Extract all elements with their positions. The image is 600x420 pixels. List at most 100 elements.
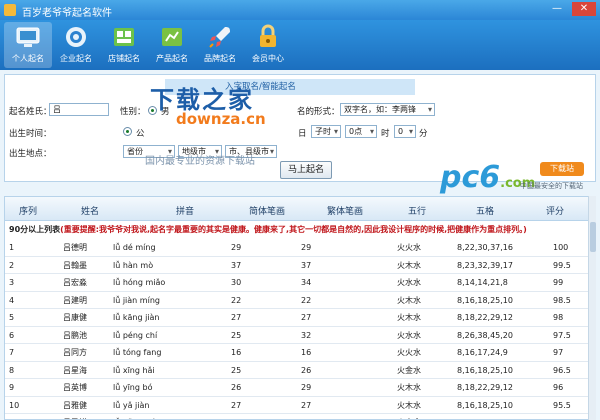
results-table: 序列 姓名 拼音 简体笔画 繁体笔画 五行 五格 评分 90分以上列表(重要提醒…	[4, 196, 592, 420]
minute-label: 分	[419, 129, 428, 139]
tool-label: 品牌起名	[204, 54, 236, 63]
table-cell: 吕鹏池	[63, 330, 87, 340]
table-cell: 97.5	[553, 330, 571, 340]
table-cell: lǚ jiàn míng	[113, 295, 160, 305]
table-cell: lǚ hàn mò	[113, 260, 154, 270]
table-row[interactable]: 3 吕宏淼 lǚ hóng miǎo 30 34 火水水 8,14,14,21,8 99	[5, 274, 591, 292]
tool-company-naming[interactable]: 企业起名	[52, 22, 100, 68]
notice-prefix: 90分以上列表	[9, 225, 61, 234]
table-cell: 火木水	[397, 260, 421, 270]
col-simplified-strokes[interactable]: 简体笔画	[237, 204, 297, 217]
table-cell: lǚ xīng hǎi	[113, 365, 155, 375]
start-naming-button[interactable]: 马上起名	[280, 161, 332, 179]
col-score[interactable]: 评分	[535, 204, 575, 217]
table-cell: 16	[231, 348, 242, 357]
table-cell: 吕勇锐	[63, 414, 87, 419]
table-cell: 37	[301, 260, 312, 270]
table-cell: 火水水	[397, 330, 421, 340]
table-cell: lǚ péng chí	[113, 330, 158, 340]
table-cell: lǚ hóng miǎo	[113, 278, 166, 287]
time-label: 时	[381, 129, 390, 139]
tool-product-naming[interactable]: 产品起名	[148, 22, 196, 68]
table-cell: 火水水	[397, 278, 421, 287]
table-cell: lǚ yīng bó	[113, 383, 153, 392]
table-cell: 8,14,14,21,8	[457, 278, 508, 287]
table-cell: lǚ yǎ jiàn	[113, 400, 150, 410]
table-cell: 95.5	[553, 400, 571, 410]
table-row[interactable]: 4 吕建明 lǚ jiàn míng 22 22 火木水 8,16,18,25,10 98.5	[5, 292, 591, 309]
tool-member-center[interactable]: 会员中心	[244, 22, 292, 68]
birthplace-label: 出生地点：	[9, 149, 52, 159]
table-row[interactable]: 10 吕雅健 lǚ yǎ jiàn 27 27 火木水 8,16,18,25,10 95.5	[5, 397, 591, 414]
table-cell: 火木水	[397, 383, 421, 392]
minute-hour-select[interactable]: 0点	[345, 125, 377, 138]
table-cell: 1	[9, 243, 15, 252]
hour-select[interactable]: 子时	[311, 125, 341, 138]
calendar-solar-radio[interactable]	[123, 127, 132, 136]
table-cell: 8,18,22,29,12	[457, 383, 513, 392]
table-cell: 火土金	[397, 414, 421, 419]
col-five-grids[interactable]: 五格	[465, 204, 505, 217]
col-index[interactable]: 序列	[13, 204, 43, 217]
table-cell: 30	[231, 278, 242, 287]
tool-personal-naming[interactable]: 个人起名	[4, 22, 52, 68]
name-form-select[interactable]: 双字名，如：李两锋	[340, 103, 435, 116]
table-cell: 8,18,22,29,12	[457, 313, 513, 322]
table-cell: 98	[553, 313, 564, 322]
col-traditional-strokes[interactable]: 繁体笔画	[315, 204, 375, 217]
table-cell: 22	[231, 295, 242, 305]
table-row[interactable]: 7 吕同方 lǚ tóng fang 16 16 火火水 8,16,17,24,9 97	[5, 344, 591, 362]
table-cell: 4	[9, 295, 15, 305]
table-row[interactable]: 8 吕星海 lǚ xīng hǎi 25 26 火金水 8,16,18,25,10 96.5	[5, 362, 591, 379]
tool-brand-naming[interactable]: 品牌起名	[196, 22, 244, 68]
tool-shop-naming[interactable]: 店铺起名	[100, 22, 148, 68]
table-cell: 21	[301, 414, 311, 419]
col-pinyin[interactable]: 拼音	[155, 204, 215, 217]
table-cell: lǚ kāng jiàn	[113, 313, 160, 322]
gender-label: 性别：	[120, 107, 146, 117]
table-cell: 2	[9, 260, 15, 270]
shop-icon	[114, 28, 134, 46]
close-button[interactable]: ✕	[572, 2, 596, 16]
table-cell: 7	[9, 348, 15, 357]
table-row[interactable]: 11 吕勇锐 lǚ yǒng ruì 21 21 火土金 8,19,33,14,15 95	[5, 414, 591, 419]
table-cell: 吕星海	[63, 365, 87, 375]
table-row[interactable]: 6 吕鹏池 lǚ péng chí 25 32 火水水 8,26,38,45,20 97.5	[5, 327, 591, 344]
table-cell: 27	[231, 313, 242, 322]
notice-row: 90分以上列表(重要提醒:我爷爷对我说,起名字最重要的其实是健康。健康来了,其它…	[5, 221, 591, 239]
table-cell: 29	[301, 383, 312, 392]
table-cell: 火木水	[397, 313, 421, 322]
table-cell: 32	[301, 330, 312, 340]
scrollbar-thumb[interactable]	[590, 222, 596, 252]
name-form-label: 名的形式：	[297, 107, 340, 117]
pc6-text: pc6	[440, 160, 501, 195]
table-cell: 吕建明	[63, 295, 87, 305]
downza-slogan-watermark: 国内最专业的资源下载站	[145, 156, 255, 167]
table-cell: 吕宏淼	[63, 278, 87, 287]
table-scrollbar[interactable]	[588, 196, 596, 420]
table-cell: 27	[301, 400, 312, 410]
table-row[interactable]: 5 吕康健 lǚ kāng jiàn 27 27 火木水 8,18,22,29,12 98	[5, 309, 591, 327]
table-cell: 9	[9, 383, 15, 392]
table-cell: 29	[301, 243, 312, 252]
tool-label: 店铺起名	[108, 54, 140, 63]
surname-input[interactable]: 吕	[49, 103, 109, 116]
birthtime-label: 出生时间：	[9, 129, 52, 139]
table-cell: 34	[301, 278, 312, 287]
table-row[interactable]: 2 吕翰墨 lǚ hàn mò 37 37 火木水 8,23,32,39,17 99.5	[5, 257, 591, 274]
minute-select[interactable]: 0	[394, 125, 416, 138]
table-cell: 100	[553, 243, 569, 252]
title-bar: 百岁老爷爷起名软件 — ✕	[0, 0, 600, 20]
table-cell: 8,22,30,37,16	[457, 243, 513, 252]
table-cell: 吕康健	[63, 313, 87, 322]
table-cell: 26	[301, 365, 312, 375]
col-name[interactable]: 姓名	[65, 204, 115, 217]
table-cell: 8	[9, 365, 15, 375]
table-row[interactable]: 1 吕德明 lǚ dé míng 29 29 火火水 8,22,30,37,16 100	[5, 239, 591, 257]
table-cell: 8,23,32,39,17	[457, 260, 513, 270]
table-cell: 火木水	[397, 295, 421, 305]
minimize-button[interactable]: —	[548, 2, 566, 16]
col-five-elements[interactable]: 五行	[397, 204, 437, 217]
table-row[interactable]: 9 吕英博 lǚ yīng bó 26 29 火木水 8,18,22,29,12 96	[5, 379, 591, 397]
tool-label: 会员中心	[252, 54, 284, 63]
